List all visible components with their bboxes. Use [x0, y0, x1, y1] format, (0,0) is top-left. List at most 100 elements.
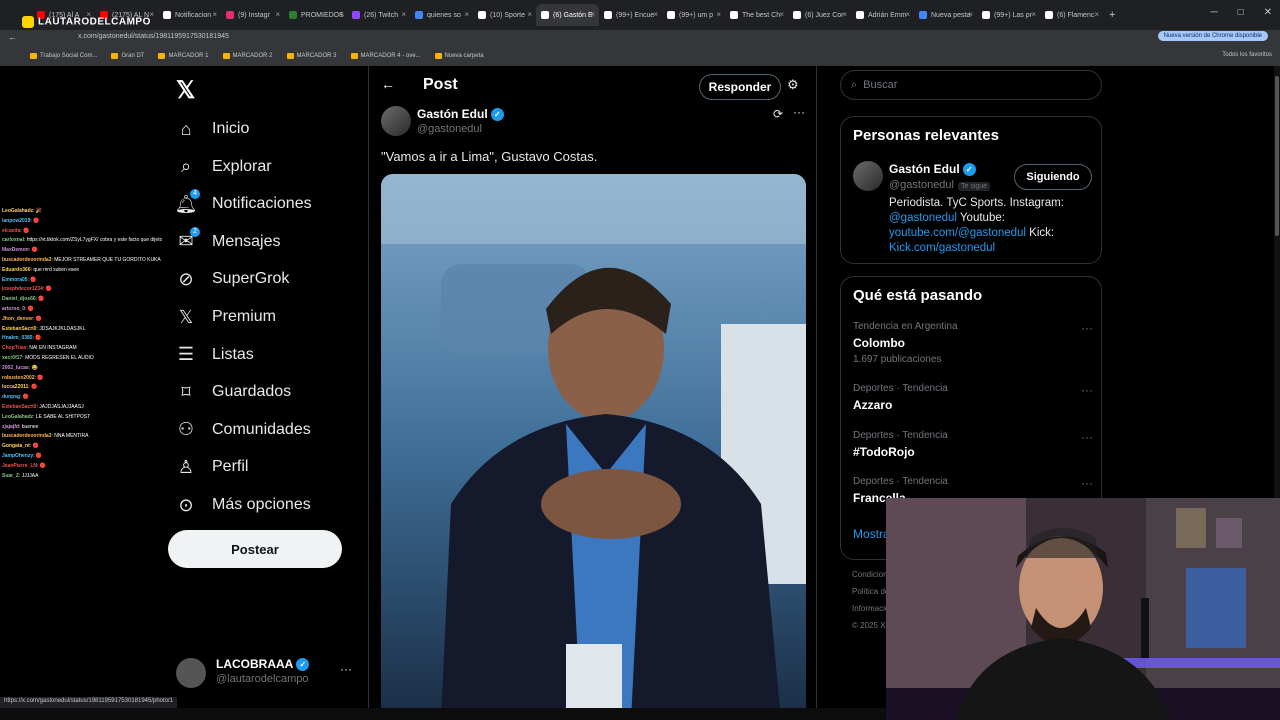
- chat-text: : JAJDJASJAJJAASJ: [36, 403, 84, 410]
- avatar[interactable]: [853, 161, 883, 191]
- stream-chat: LeoGalahadz: 🎉 lanpow2019: 🔴 elcasita: 🔴 ca…: [2, 207, 162, 481]
- all-bookmarks[interactable]: Todos los favoritos: [1222, 52, 1272, 58]
- tab-close-icon[interactable]: ×: [779, 10, 784, 19]
- bio-link[interactable]: @gastonedul: [889, 212, 957, 224]
- maximize-icon[interactable]: □: [1238, 7, 1244, 18]
- author-handle[interactable]: @gastonedul: [417, 123, 482, 135]
- account-switcher[interactable]: LACOBRAAA ✓ @lautarodelcampo ···: [176, 656, 366, 692]
- more-dots-icon[interactable]: ···: [1081, 430, 1093, 444]
- browser-tab[interactable]: (99+) um p ×: [662, 4, 725, 26]
- chat-message: EstebanSacri0: JDSAJKJKLDASJKL: [2, 325, 162, 335]
- chat-text: : 🔴: [35, 296, 45, 303]
- tab-favicon: [226, 11, 234, 19]
- browser-tab[interactable]: (6) Juez Cor ×: [788, 4, 851, 26]
- author-avatar[interactable]: [381, 106, 411, 136]
- close-window-icon[interactable]: ✕: [1264, 7, 1272, 18]
- browser-tab[interactable]: PROMIEDOS ×: [284, 4, 347, 26]
- browser-tab[interactable]: quienes so ×: [410, 4, 473, 26]
- browser-tab[interactable]: (26) Twitch ×: [347, 4, 410, 26]
- relevant-handle[interactable]: @gastonedul Te sigue: [889, 179, 991, 191]
- sidebar-item-inicio[interactable]: ⌂ Inicio: [176, 119, 250, 139]
- trend-item[interactable]: Deportes · Tendencia #TodoRojo ···: [853, 430, 1093, 459]
- more-dots-icon[interactable]: ···: [1081, 321, 1093, 335]
- more-dots-icon[interactable]: ···: [340, 662, 352, 676]
- sidebar-item-más-opciones[interactable]: ⊙ Más opciones: [176, 495, 310, 515]
- tab-favicon: [667, 11, 675, 19]
- sidebar-item-label: Inicio: [212, 120, 250, 137]
- sidebar-item-premium[interactable]: 𝕏 Premium: [176, 307, 276, 327]
- bookmark-item[interactable]: MARCADOR 4 - ove...: [350, 53, 421, 59]
- bio-link[interactable]: Kick.com/gastonedul: [889, 242, 995, 254]
- browser-tab[interactable]: (99+) Encue ×: [599, 4, 662, 26]
- browser-tab[interactable]: (9) Instagr ×: [221, 4, 284, 26]
- back-arrow-icon[interactable]: ←: [8, 32, 17, 42]
- tab-close-icon[interactable]: ×: [401, 10, 406, 19]
- tab-close-icon[interactable]: ×: [653, 10, 658, 19]
- bookmark-item[interactable]: Nueva carpeta: [434, 53, 484, 59]
- post-photo[interactable]: [381, 174, 806, 720]
- tab-close-icon[interactable]: ×: [338, 10, 343, 19]
- browser-tab[interactable]: (6) Gastón E ×: [536, 4, 599, 26]
- tab-close-icon[interactable]: ×: [527, 10, 532, 19]
- tab-close-icon[interactable]: ×: [212, 10, 217, 19]
- sidebar-item-notificaciones[interactable]: 🔔︎ 4 Notificaciones: [175, 189, 312, 214]
- browser-tab[interactable]: Nueva pesta ×: [914, 4, 977, 26]
- bookmark-item[interactable]: MARCADOR 3: [286, 53, 337, 59]
- following-button[interactable]: Siguiendo: [1014, 164, 1092, 190]
- bookmark-item[interactable]: Trabajo Social Com...: [30, 53, 97, 59]
- bookmark-item[interactable]: Gran DT: [111, 53, 144, 59]
- tab-close-icon[interactable]: ×: [842, 10, 847, 19]
- chat-text: : 🔴: [25, 305, 35, 312]
- tab-close-icon[interactable]: ×: [464, 10, 469, 19]
- sidebar-item-listas[interactable]: ☰ Listas: [176, 344, 254, 365]
- trend-item[interactable]: Tendencia en Argentina Colombo 1.697 publi…: [853, 321, 1093, 365]
- person-icon: ♙: [177, 456, 195, 477]
- sliders-icon[interactable]: ⚙: [787, 77, 799, 93]
- tab-close-icon[interactable]: ×: [968, 10, 973, 19]
- browser-tab[interactable]: (99+) Las pr ×: [977, 4, 1040, 26]
- url-field[interactable]: x.com/gastonedul/status/1981195917530181…: [78, 33, 229, 40]
- minimize-icon[interactable]: ─: [1210, 7, 1217, 18]
- tab-close-icon[interactable]: ×: [1031, 10, 1036, 19]
- more-dots-icon[interactable]: ···: [793, 105, 805, 119]
- sidebar-item-mensajes[interactable]: ✉ 2 Mensajes: [176, 226, 280, 252]
- relevant-name[interactable]: Gastón Edul ✓: [889, 162, 976, 177]
- bookmark-item[interactable]: MARCADOR 1: [158, 53, 209, 59]
- new-tab-icon[interactable]: +: [1109, 9, 1115, 21]
- sidebar-item-perfil[interactable]: ♙ Perfil: [176, 456, 249, 477]
- post-button[interactable]: Postear: [168, 530, 342, 568]
- trend-item[interactable]: Deportes · Tendencia Azzaro ···: [853, 383, 1093, 412]
- post-text: "Vamos a ir a Lima", Gustavo Costas.: [381, 149, 598, 164]
- grok-icon[interactable]: ⟳: [773, 107, 783, 121]
- avatar: [176, 658, 206, 688]
- browser-tab[interactable]: (6) Flamenc ×: [1040, 4, 1103, 26]
- x-logo-icon[interactable]: 𝕏: [176, 76, 195, 105]
- tab-close-icon[interactable]: ×: [275, 10, 280, 19]
- chat-message: Gongata_nt: 🔴: [2, 442, 162, 452]
- bio-link[interactable]: youtube.com/@gastonedul: [889, 227, 1026, 239]
- bookmark-item[interactable]: MARCADOR 2: [222, 53, 273, 59]
- chat-text: : NNA MENTIRA: [51, 433, 89, 440]
- scrollbar-thumb[interactable]: [1275, 76, 1279, 236]
- browser-tab[interactable]: Notificacion ×: [158, 4, 221, 26]
- sidebar-item-supergrok[interactable]: ⊘ SuperGrok: [176, 269, 289, 289]
- more-dots-icon[interactable]: ···: [1081, 383, 1093, 397]
- tab-close-icon[interactable]: ×: [590, 10, 595, 19]
- more-dots-icon[interactable]: ···: [1081, 476, 1093, 490]
- list-icon: ☰: [177, 344, 195, 365]
- chat-text: : 🔴: [37, 462, 47, 469]
- search-input[interactable]: ⌕ Buscar: [840, 70, 1102, 100]
- browser-tab[interactable]: Adrián Emm ×: [851, 4, 914, 26]
- sidebar-item-explorar[interactable]: ⌕ Explorar: [176, 156, 272, 177]
- browser-tab[interactable]: (10) Sporte ×: [473, 4, 536, 26]
- tab-close-icon[interactable]: ×: [905, 10, 910, 19]
- browser-tab[interactable]: The best Ch ×: [725, 4, 788, 26]
- sidebar-item-comunidades[interactable]: ⚇ Comunidades: [176, 419, 311, 440]
- reply-button[interactable]: Responder: [699, 74, 781, 100]
- back-arrow-icon[interactable]: ←: [381, 76, 395, 92]
- chrome-update-badge[interactable]: Nueva versión de Chrome disponible: [1157, 31, 1268, 41]
- sidebar-item-guardados[interactable]: ⌑ Guardados: [176, 382, 291, 402]
- tab-close-icon[interactable]: ×: [1094, 10, 1099, 19]
- author-name[interactable]: Gastón Edul ✓: [417, 107, 504, 122]
- tab-close-icon[interactable]: ×: [716, 10, 721, 19]
